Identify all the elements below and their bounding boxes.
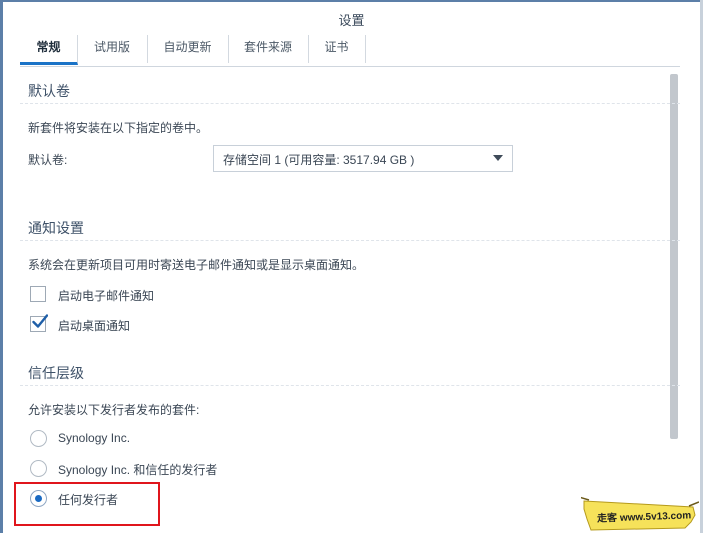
section-divider (20, 103, 680, 104)
radio-synology-only[interactable] (30, 430, 47, 447)
email-notification-checkbox[interactable] (30, 286, 46, 302)
checkmark-icon (32, 314, 48, 328)
default-volume-select[interactable]: 存储空间 1 (可用容量: 3517.94 GB ) (213, 145, 513, 172)
section-divider (20, 240, 680, 241)
tab-trial[interactable]: 试用版 (77, 35, 148, 63)
notifications-description: 系统会在更新项目可用时寄送电子邮件通知或是显示桌面通知。 (28, 258, 365, 272)
desktop-notification-checkbox[interactable] (30, 314, 48, 332)
default-volume-description: 新套件将安装在以下指定的卷中。 (28, 121, 209, 135)
tab-bar: 常规 试用版 自动更新 套件来源 证书 (20, 35, 680, 67)
chevron-down-icon (493, 155, 503, 161)
highlight-box (14, 482, 160, 526)
window-top-border (0, 0, 703, 2)
tab-certificate[interactable]: 证书 (308, 35, 366, 63)
default-volume-value: 存储空间 1 (可用容量: 3517.94 GB ) (223, 153, 415, 167)
radio-label-synology-only[interactable]: Synology Inc. (58, 431, 130, 445)
section-title-default-volume: 默认卷 (28, 83, 70, 99)
trust-level-description: 允许安装以下发行者发布的套件: (28, 403, 200, 417)
section-title-trust-level: 信任层级 (28, 365, 84, 381)
radio-label-synology-trusted[interactable]: Synology Inc. 和信任的发行者 (58, 461, 217, 478)
section-divider (20, 385, 680, 386)
window-left-border (0, 0, 3, 533)
tab-package-sources[interactable]: 套件来源 (228, 35, 309, 63)
watermark-badge: 走客 www.5v13.com (578, 495, 700, 533)
section-title-notifications: 通知设置 (28, 220, 84, 236)
radio-synology-trusted[interactable] (30, 460, 47, 477)
tab-auto-update[interactable]: 自动更新 (147, 35, 229, 63)
window-title: 设置 (338, 13, 365, 28)
tab-general[interactable]: 常规 (20, 35, 78, 65)
desktop-notification-label[interactable]: 启动桌面通知 (58, 317, 130, 334)
default-volume-label: 默认卷: (28, 153, 68, 167)
email-notification-label[interactable]: 启动电子邮件通知 (58, 287, 154, 304)
